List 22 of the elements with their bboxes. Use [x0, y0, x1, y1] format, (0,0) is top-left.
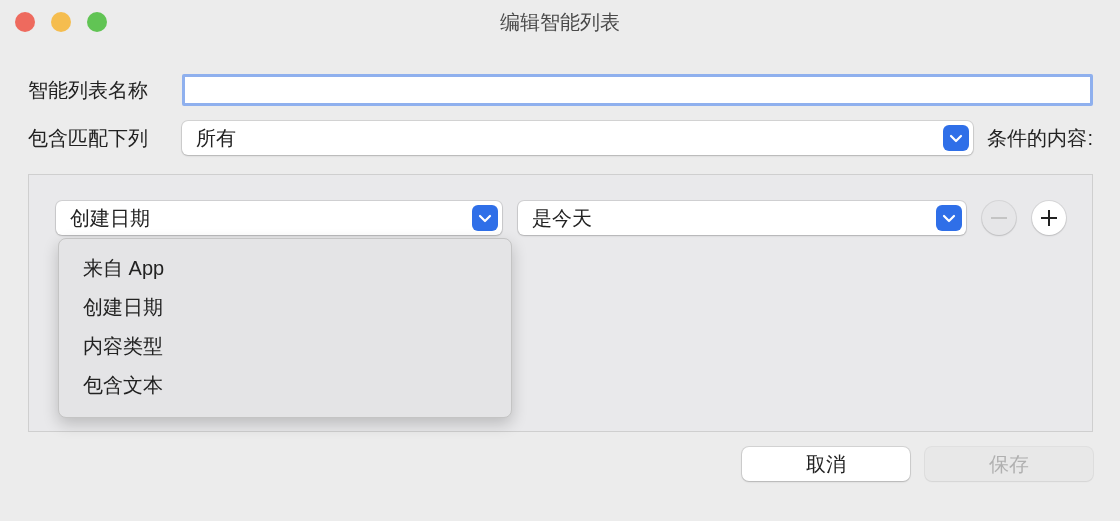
menu-item[interactable]: 创建日期 [59, 288, 511, 327]
dialog-button[interactable]: 取消 [742, 447, 910, 481]
match-dropdown[interactable]: 所有 [182, 121, 974, 155]
name-field[interactable] [182, 74, 1093, 106]
minimize-button[interactable] [51, 12, 71, 32]
menu-item[interactable]: 包含文本 [59, 366, 511, 405]
close-button[interactable] [15, 12, 35, 32]
plus-icon [1040, 209, 1058, 227]
field-label: 包含匹配下列 [28, 125, 149, 151]
window-title: 编辑智能列表 [500, 9, 620, 35]
menu-item[interactable]: 内容类型 [59, 327, 511, 366]
add-button[interactable] [1032, 201, 1066, 235]
field-label: 智能列表名称 [28, 77, 149, 103]
chevron-icon [936, 205, 962, 231]
operator-dropdown[interactable]: 是今天 [518, 201, 966, 235]
menu-item[interactable]: 来自 App [59, 249, 511, 288]
minus-icon [991, 217, 1007, 219]
suffix-label: 条件的内容: [987, 125, 1093, 151]
criterion-dropdown[interactable]: 创建日期 [56, 201, 502, 235]
chevron-icon [472, 205, 498, 231]
zoom-button[interactable] [87, 12, 107, 32]
chevron-icon [943, 125, 970, 151]
